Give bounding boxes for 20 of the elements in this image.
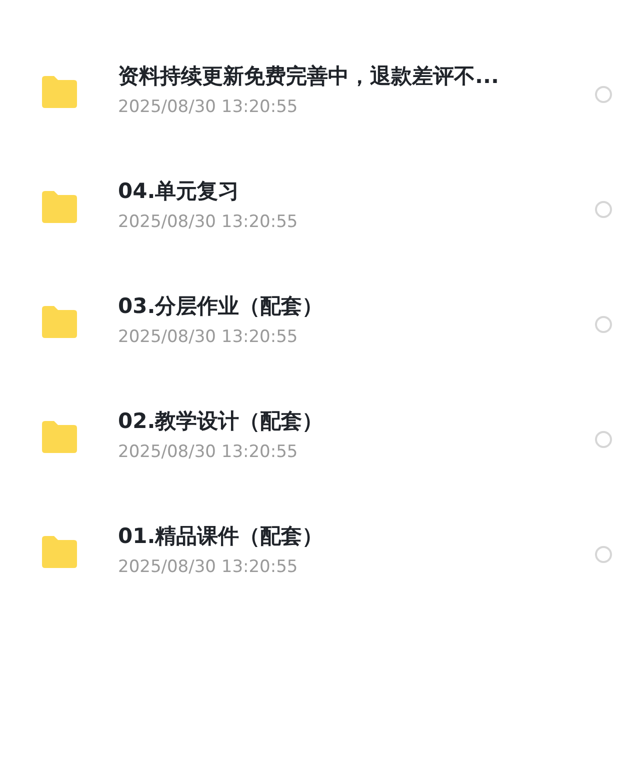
folder-icon: [40, 191, 78, 223]
modified-date: 2025/08/30 13:20:55: [118, 211, 299, 233]
folder-name: 02.教学设计（配套）: [118, 408, 324, 435]
folder-name: 01.精品课件（配套）: [118, 523, 324, 550]
select-radio[interactable]: [595, 316, 612, 333]
folder-icon: [40, 421, 78, 453]
folder-name: 03.分层作业（配套）: [118, 293, 324, 320]
modified-date: 2025/08/30 13:20:55: [118, 441, 299, 463]
folder-name: 04.单元复习: [118, 178, 240, 205]
folder-icon: [40, 76, 78, 108]
modified-date: 2025/08/30 13:20:55: [118, 556, 299, 578]
select-radio[interactable]: [595, 86, 612, 103]
modified-date: 2025/08/30 13:20:55: [118, 326, 299, 348]
select-radio[interactable]: [595, 546, 612, 563]
modified-date: 2025/08/30 13:20:55: [118, 96, 299, 118]
select-radio[interactable]: [595, 431, 612, 448]
folder-name: 资料持续更新免费完善中，退款差评不...: [118, 63, 500, 90]
folder-icon: [40, 306, 78, 338]
folder-icon: [40, 536, 78, 568]
select-radio[interactable]: [595, 201, 612, 218]
